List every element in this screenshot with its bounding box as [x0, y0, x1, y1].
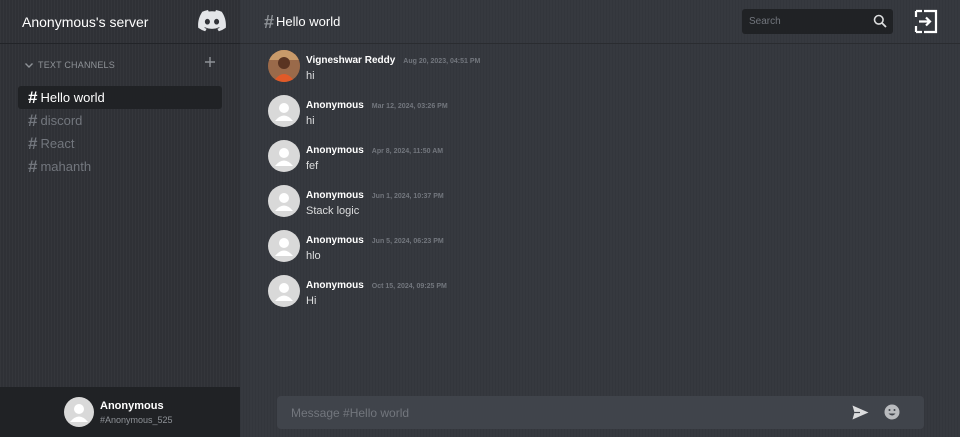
channel-item-discord[interactable]: # discord — [18, 109, 222, 132]
default-avatar-icon — [275, 103, 293, 121]
message-timestamp: Oct 15, 2024, 09:25 PM — [371, 283, 447, 290]
avatar[interactable] — [64, 397, 94, 427]
channel-list: # Hello world # discord # React # mahant… — [18, 86, 222, 178]
emoji-icon[interactable] — [884, 404, 900, 420]
message-timestamp: Jun 1, 2024, 10:37 PM — [371, 193, 444, 200]
message-list: Vigneshwar Reddy Aug 20, 2023, 04:51 PM … — [268, 50, 928, 320]
user-photo-icon — [268, 50, 300, 82]
chat-area: # Hello world Search Vigneshwar Reddy Au… — [240, 0, 960, 437]
channel-name: mahanth — [40, 159, 92, 174]
avatar[interactable] — [268, 185, 300, 217]
message-item: Anonymous Oct 15, 2024, 09:25 PM Hi — [268, 275, 928, 320]
message-text: Hi — [306, 295, 317, 307]
add-channel-icon[interactable] — [204, 56, 216, 68]
message-item: Anonymous Mar 12, 2024, 03:26 PM hi — [268, 95, 928, 140]
hash-icon: # — [28, 88, 38, 107]
send-icon[interactable] — [852, 405, 869, 420]
hash-icon: # — [28, 134, 38, 153]
message-input[interactable] — [291, 405, 831, 420]
message-text: fef — [306, 160, 319, 172]
text-channels-label: TEXT CHANNELS — [38, 60, 115, 70]
message-timestamp: Apr 8, 2024, 11:50 AM — [371, 148, 444, 155]
channel-item-mahanth[interactable]: # mahanth — [18, 155, 222, 178]
channel-header: # Hello world — [240, 0, 960, 44]
channel-item-react[interactable]: # React — [18, 132, 222, 155]
avatar[interactable] — [268, 50, 300, 82]
hash-icon: # — [28, 157, 38, 176]
default-avatar-icon — [70, 404, 88, 422]
message-text: hi — [306, 115, 315, 127]
user-panel: Anonymous #Anonymous_525 — [0, 387, 240, 437]
message-author: Anonymous — [306, 190, 364, 201]
channel-name: discord — [40, 113, 83, 128]
default-avatar-icon — [275, 193, 293, 211]
default-avatar-icon — [275, 238, 293, 256]
sidebar: Anonymous's server TEXT CHANNELS # Hello… — [0, 0, 240, 437]
message-timestamp: Aug 20, 2023, 04:51 PM — [403, 58, 481, 65]
chevron-down-icon — [25, 63, 33, 68]
message-author: Anonymous — [306, 235, 364, 246]
default-avatar-icon — [275, 283, 293, 301]
search-icon[interactable] — [873, 14, 887, 28]
default-avatar-icon — [275, 148, 293, 166]
avatar[interactable] — [268, 140, 300, 172]
message-timestamp: Mar 12, 2024, 03:26 PM — [371, 103, 448, 110]
message-composer — [277, 396, 924, 429]
discord-logo-icon — [198, 10, 226, 32]
message-text: Stack logic — [306, 205, 360, 217]
search-input[interactable] — [749, 16, 864, 27]
message-author: Vigneshwar Reddy — [306, 55, 396, 66]
avatar[interactable] — [268, 275, 300, 307]
avatar[interactable] — [268, 230, 300, 262]
message-text: hlo — [306, 250, 321, 262]
message-author: Anonymous — [306, 100, 364, 111]
text-channels-header[interactable]: TEXT CHANNELS — [24, 56, 220, 72]
server-header[interactable]: Anonymous's server — [0, 0, 240, 44]
message-text: hi — [306, 70, 315, 82]
logout-icon[interactable] — [914, 9, 939, 34]
user-name: Anonymous — [100, 399, 164, 412]
message-item: Anonymous Apr 8, 2024, 11:50 AM fef — [268, 140, 928, 185]
server-name: Anonymous's server — [22, 13, 149, 30]
message-item: Anonymous Jun 1, 2024, 10:37 PM Stack lo… — [268, 185, 928, 230]
hash-icon: # — [264, 11, 275, 32]
user-tag: #Anonymous_525 — [100, 414, 173, 425]
channel-name: React — [40, 136, 75, 151]
search-box[interactable] — [742, 9, 893, 34]
hash-icon: # — [28, 111, 38, 130]
message-author: Anonymous — [306, 280, 364, 291]
message-item: Anonymous Jun 5, 2024, 06:23 PM hlo — [268, 230, 928, 275]
channel-item-hello-world[interactable]: # Hello world — [18, 86, 222, 109]
channel-name: Hello world — [40, 90, 105, 105]
avatar[interactable] — [268, 95, 300, 127]
message-item: Vigneshwar Reddy Aug 20, 2023, 04:51 PM … — [268, 50, 928, 95]
message-timestamp: Jun 5, 2024, 06:23 PM — [371, 238, 444, 245]
message-author: Anonymous — [306, 145, 364, 156]
channel-title: Hello world — [276, 14, 341, 29]
